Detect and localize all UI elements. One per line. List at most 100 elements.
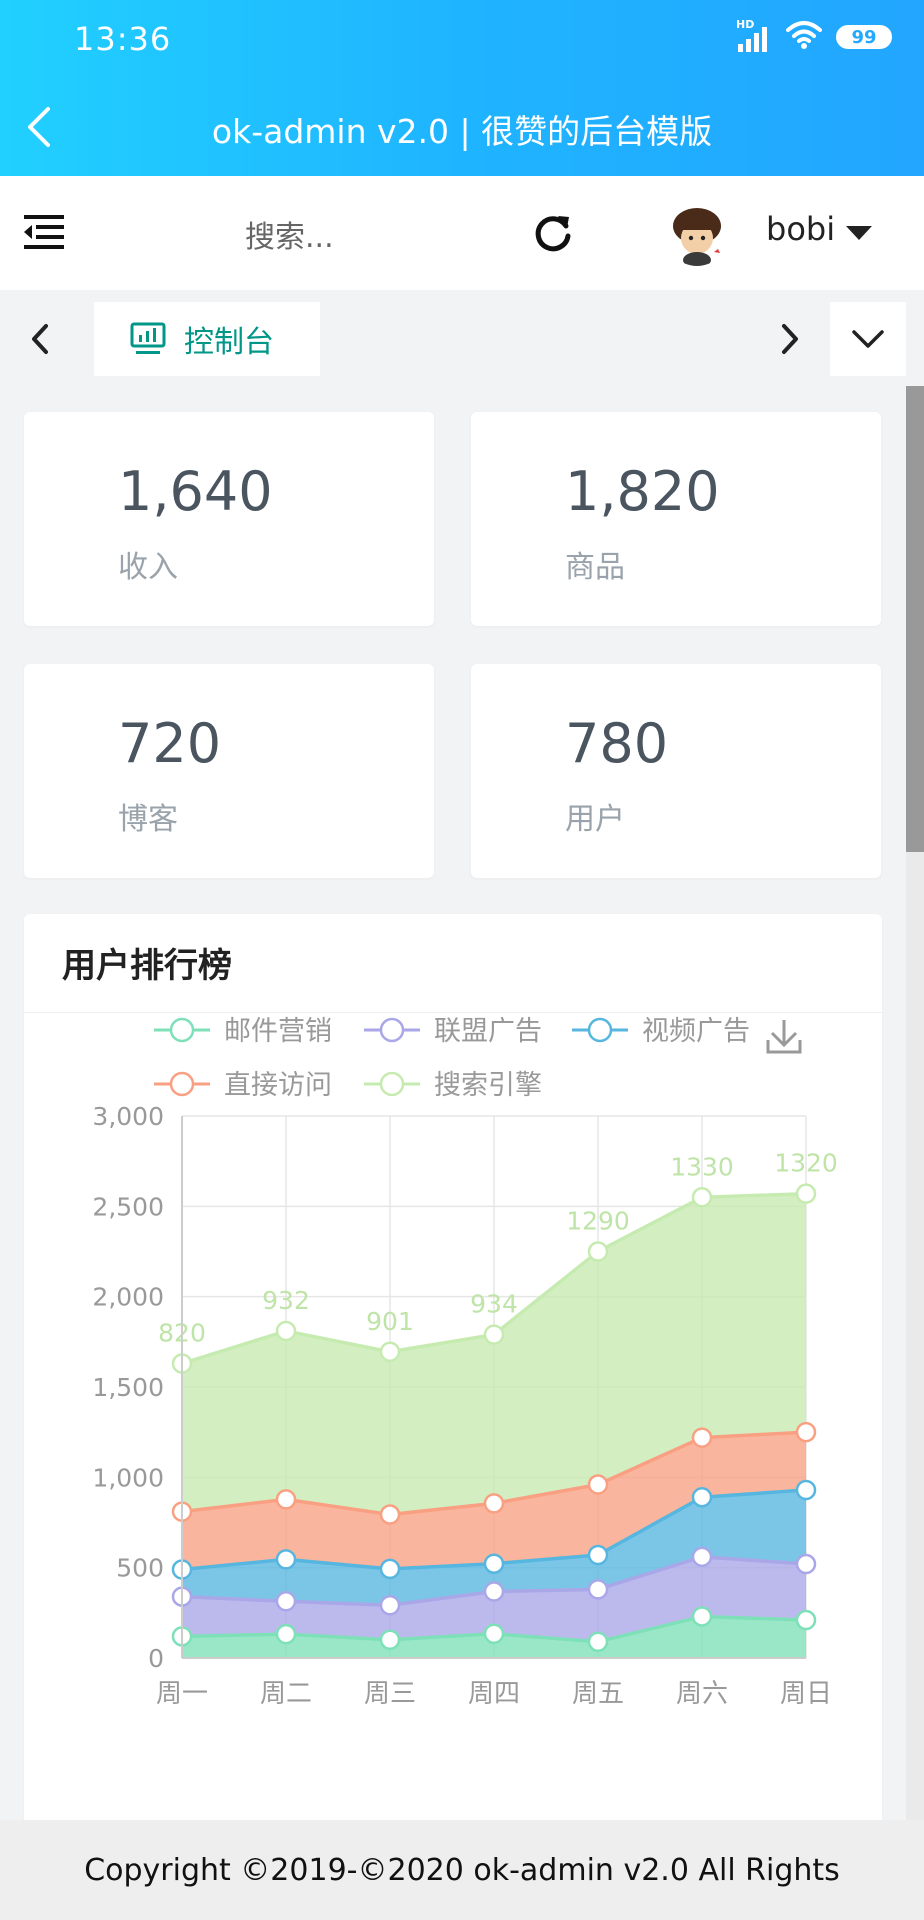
data-point [275,1591,297,1612]
data-point [379,1629,401,1651]
legend-marker-icon [169,1071,195,1097]
stat-card-blogs: 720 博客 [24,664,434,878]
stacked-area-chart: 邮件营销 联盟广告 视频广告直接访问 搜索引擎82093290193412901330… [92,1016,838,1709]
y-tick-label: 500 [116,1554,164,1583]
data-point [691,1486,713,1508]
x-tick-label: 周二 [260,1679,312,1709]
tab-scroll-right-button[interactable] [770,314,812,364]
menu-toggle-button[interactable] [22,211,68,255]
legend-label: 联盟广告 [434,1016,542,1047]
chevron-down-icon [852,330,884,348]
chevron-right-icon [782,324,798,354]
battery-icon: 99 [836,25,892,49]
data-point [483,1581,505,1602]
title-bar: ok-admin v2.0 | 很赞的后台模版 [0,80,924,176]
tab-bar: 控制台 [0,290,924,386]
data-point [795,1421,817,1443]
x-tick-label: 周五 [572,1679,624,1709]
stat-label: 收入 [118,550,178,585]
data-point [795,1553,817,1575]
y-tick-label: 3,000 [92,1102,164,1131]
status-time: 13:36 [74,20,172,58]
data-point [587,1544,609,1566]
legend-label: 搜索引擎 [434,1070,542,1101]
stat-value: 720 [118,712,222,775]
data-point [795,1183,817,1204]
avatar[interactable] [666,204,728,266]
stat-label: 用户 [565,802,625,837]
data-point [691,1546,713,1568]
tab-menu-button[interactable] [830,302,906,376]
data-point [587,1579,609,1600]
status-icons: HD 99 [736,18,892,54]
scrollbar-thumb[interactable] [906,386,924,852]
menu-fold-icon [24,215,64,249]
y-tick-label: 2,500 [92,1192,164,1221]
legend-marker-icon [379,1071,405,1097]
footer: Copyright ©2019-©2020 ok-admin v2.0 All … [0,1820,924,1920]
top-header: 搜索... bobi [0,176,924,290]
legend-marker-icon [379,1017,405,1043]
stat-label: 博客 [118,802,178,837]
signal-icon: HD [736,18,772,52]
status-bar: 13:36 HD 99 [0,0,924,80]
page-title: ok-admin v2.0 | 很赞的后台模版 [211,112,713,151]
data-label: 1320 [774,1149,838,1178]
data-label: 934 [470,1290,518,1319]
tab-label: 控制台 [184,325,274,360]
data-point [691,1606,713,1627]
scrollbar[interactable] [906,386,924,1820]
stat-label: 商品 [565,550,625,585]
username[interactable]: bobi [766,210,835,248]
data-point [483,1553,505,1574]
data-point [691,1427,713,1448]
stat-card-products: 1,820 商品 [471,412,881,626]
data-point [483,1493,505,1514]
y-tick-label: 2,000 [92,1283,164,1312]
data-point [379,1594,401,1616]
x-tick-label: 周四 [468,1679,520,1709]
stat-card-income: 1,640 收入 [24,412,434,626]
tab-dashboard[interactable]: 控制台 [94,302,320,376]
data-point [587,1631,609,1652]
dashboard-monitor-icon [130,322,166,354]
stat-card-users: 780 用户 [471,664,881,878]
data-point [587,1241,609,1262]
user-ranking-card: 用户排行榜 邮件营销 联盟广告 视频广告 直接访问 搜索引擎 820 932 901 934 12… [24,914,882,1820]
data-point [795,1609,817,1631]
tab-scroll-left-button[interactable] [18,314,60,364]
data-point [379,1341,401,1363]
legend-label: 邮件营销 [224,1016,332,1047]
refresh-button[interactable] [528,208,578,258]
data-point [587,1474,609,1495]
card-divider [24,1012,882,1013]
search-input[interactable]: 搜索... [245,212,334,256]
data-label: 901 [366,1307,414,1336]
refresh-icon [535,216,571,252]
data-label: 932 [262,1286,310,1315]
data-point [483,1623,505,1645]
wifi-icon [786,20,822,54]
caret-down-icon[interactable] [846,226,872,240]
stat-value: 1,640 [118,460,273,523]
y-tick-label: 1,000 [92,1463,164,1492]
data-point [275,1320,297,1342]
x-tick-label: 周六 [676,1679,728,1709]
copyright-text: Copyright ©2019-©2020 ok-admin v2.0 All … [84,1852,840,1888]
download-icon[interactable] [766,1020,802,1054]
legend-label: 视频广告 [642,1016,750,1047]
stat-value: 1,820 [565,460,720,523]
x-tick-label: 周日 [780,1679,832,1709]
x-tick-label: 周一 [156,1679,208,1709]
data-point [275,1489,297,1510]
data-point [275,1549,297,1570]
data-point [379,1504,401,1525]
data-point [483,1324,505,1345]
legend-marker-icon [169,1017,195,1043]
data-point [795,1479,817,1501]
legend-label: 直接访问 [224,1070,332,1101]
legend-marker-icon [587,1017,613,1043]
data-point [275,1623,297,1645]
main-content[interactable]: 1,640 收入 1,820 商品 720 博客 780 用户 用户排行榜 邮件… [0,386,906,1820]
x-tick-label: 周三 [364,1679,416,1709]
